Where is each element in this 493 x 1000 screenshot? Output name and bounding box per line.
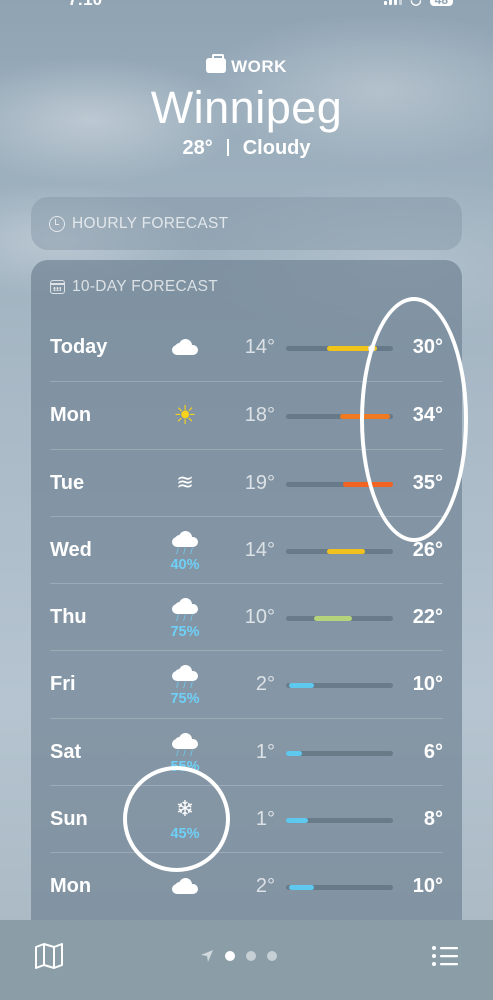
forecast-low: 10° [244,606,275,629]
forecast-high: 8° [423,808,443,831]
forecast-high: 22° [412,606,443,629]
forecast-row[interactable]: Mon 2° 10° [50,852,443,919]
forecast-high: 6° [423,740,443,763]
forecast-day: Wed [50,538,92,561]
forecast-low: 14° [244,538,275,561]
forecast-row[interactable]: Mon ☀ 18° 34° [50,381,443,448]
location-arrow-icon [201,950,213,962]
precipitation-chance: 75% [170,624,200,641]
status-time: 7:10 [68,0,102,10]
ten-day-forecast-card[interactable]: 10-DAY FORECAST Today 14° 30° Mon ☀ 18° 34° Tue… [31,260,462,940]
page-dot-1[interactable] [225,951,235,961]
temperature-range-fill [286,818,309,824]
temperature-range-fill [326,548,365,554]
forecast-high: 10° [412,673,443,696]
cloud-rain-icon: / / / [160,732,210,757]
forecast-low: 18° [244,404,275,427]
temperature-range-bar [286,616,393,622]
sun-icon: ☀ [173,400,197,431]
ten-day-forecast-label: 10-DAY FORECAST [72,278,219,295]
page-dot-2[interactable] [246,951,256,961]
bottom-toolbar [0,920,493,1000]
wind-icon: ≋ [176,470,194,494]
temperature-range-bar [286,750,393,756]
forecast-row[interactable]: Tue ≋ 19° 35° [50,448,443,516]
temperature-range-bar [286,885,393,891]
temperature-range-fill [289,885,315,891]
snowflake-icon: ❄ [175,796,195,822]
temperature-range-fill [286,750,302,756]
forecast-day: Today [50,336,108,358]
forecast-rows: Today 14° 30° Mon ☀ 18° 34° Tue ≋ 19° 35° Wed / / /4… [31,314,462,920]
forecast-day: Sun [50,808,88,831]
forecast-row[interactable]: Today 14° 30° [50,314,443,381]
temperature-range-bar [286,683,393,689]
temperature-range-bar [286,818,393,824]
cloud-icon [160,339,210,355]
status-bar: 7:10 ◡ 48 [0,0,493,12]
hourly-forecast-card[interactable]: HOURLY FORECAST [31,197,462,250]
page-dot-3[interactable] [267,951,277,961]
current-temperature: 28° [182,137,213,159]
temperature-range-fill [314,616,353,622]
forecast-day: Tue [50,471,85,494]
forecast-row[interactable]: Sun ❄ 45% 1° 8° [50,785,443,852]
forecast-day: Sat [50,740,82,763]
cloud-rain-icon: / / / [160,598,210,623]
clock-icon [49,215,65,232]
precipitation-chance: 45% [170,826,200,843]
temperature-range-fill [342,481,393,487]
temperature-range-bar [286,414,393,420]
forecast-day: Thu [50,606,87,629]
forecast-low: 14° [244,336,275,358]
map-icon[interactable] [34,942,64,970]
temperature-range-bar [286,345,393,352]
forecast-high: 35° [412,471,443,494]
forecast-low: 1° [255,808,275,831]
forecast-row[interactable]: Fri / / /75% 2° 10° [50,650,443,717]
forecast-high: 10° [412,875,443,898]
forecast-row[interactable]: Sat / / /55% 1° 6° [50,717,443,785]
cloud-rain-icon: / / / [160,530,210,555]
current-temperature-dot [367,345,375,352]
wifi-icon: ◡ [410,0,421,8]
temperature-range-bar [286,548,393,554]
forecast-low: 2° [255,673,275,696]
summary-divider [226,139,229,156]
page-indicator[interactable] [200,949,277,963]
hourly-forecast-label: HOURLY FORECAST [72,214,229,232]
calendar-icon [50,280,65,294]
forecast-low: 1° [255,740,275,763]
cloud-icon [160,878,210,895]
forecast-day: Fri [50,673,76,696]
precipitation-chance: 55% [170,758,200,775]
forecast-high: 30° [412,336,443,358]
briefcase-icon [206,54,227,73]
forecast-high: 26° [412,538,443,561]
precipitation-chance: 75% [170,691,200,708]
battery-indicator: 48 [429,0,453,6]
temperature-range-fill [339,414,390,420]
cloud-rain-icon: / / / [160,665,210,690]
forecast-row[interactable]: Thu / / /75% 10° 22° [50,583,443,650]
location-tag: WORK [0,54,493,77]
forecast-row[interactable]: Wed / / /40% 14° 26° [50,515,443,583]
forecast-day: Mon [50,875,92,898]
location-tag-label: WORK [231,57,287,76]
signal-icon [384,0,403,5]
forecast-day: Mon [50,404,92,427]
current-summary: 28° Cloudy [0,137,493,160]
temperature-range-fill [289,683,315,689]
list-icon[interactable] [431,944,459,968]
city-name: Winnipeg [150,82,343,133]
precipitation-chance: 40% [170,556,200,573]
temperature-range-bar [286,481,393,487]
forecast-low: 19° [244,471,275,494]
forecast-low: 2° [255,875,275,898]
current-condition: Cloudy [242,137,311,159]
forecast-high: 34° [412,404,443,427]
